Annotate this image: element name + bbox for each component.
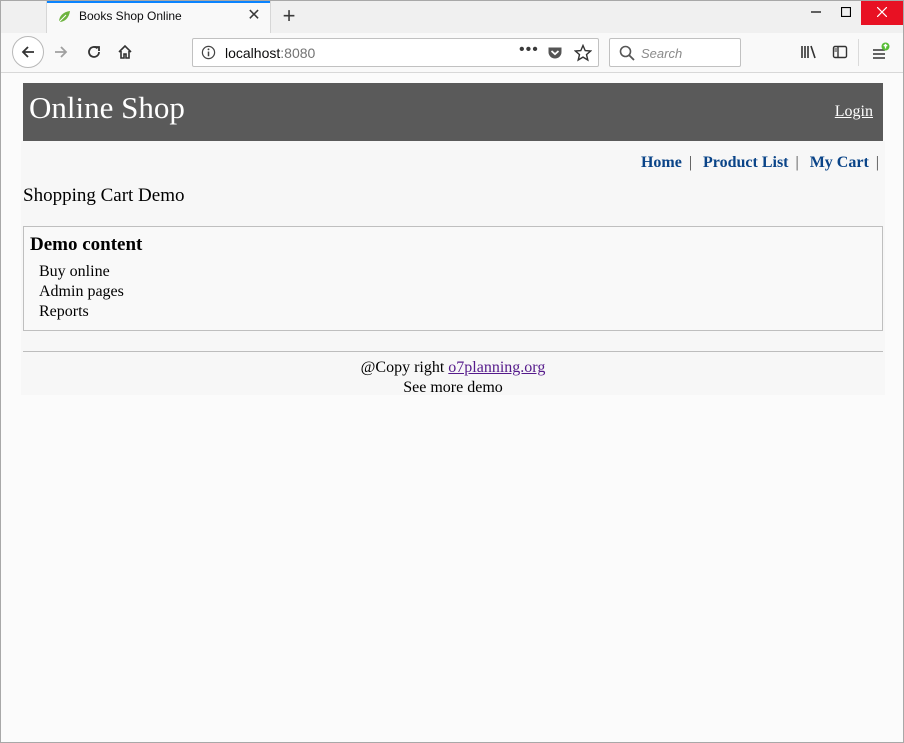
- plus-icon[interactable]: +: [278, 5, 300, 27]
- page-subtitle: Shopping Cart Demo: [23, 185, 185, 206]
- browser-window: Books Shop Online ✕ + localhost:8080 •••…: [0, 0, 904, 743]
- sidebar-icon: [832, 45, 848, 59]
- toolbar-separator: [858, 39, 859, 66]
- menu-home-link[interactable]: Home: [641, 154, 682, 171]
- search-icon: [619, 45, 635, 61]
- reload-button[interactable]: [79, 37, 109, 67]
- page-content: Online Shop Login Home | Product List | My C…: [1, 73, 903, 742]
- list-item: Buy online: [39, 263, 110, 280]
- ellipsis-icon[interactable]: •••: [519, 41, 539, 59]
- login-link[interactable]: Login: [835, 103, 873, 121]
- nav-toolbar: localhost:8080 ••• Search: [1, 33, 903, 73]
- search-placeholder: Search: [641, 46, 683, 61]
- main-menu: Home | Product List | My Cart |: [641, 154, 879, 172]
- search-bar[interactable]: Search: [609, 38, 741, 67]
- see-more-text: See more demo: [403, 379, 503, 396]
- maximize-button[interactable]: [830, 1, 861, 25]
- tab-accent-line: [47, 1, 270, 3]
- tab-active[interactable]: Books Shop Online ✕: [46, 1, 271, 33]
- maximize-icon: [840, 6, 851, 18]
- copyright-link[interactable]: o7planning.org: [448, 359, 545, 376]
- menu-separator: |: [795, 154, 799, 171]
- arrow-right-icon: [55, 46, 68, 58]
- arrow-left-icon: [21, 46, 34, 58]
- menu-product-list-link[interactable]: Product List: [703, 154, 788, 171]
- demo-content-panel: Demo content Buy online Admin pages Repo…: [23, 226, 883, 331]
- forward-button[interactable]: [46, 37, 76, 67]
- home-icon: [118, 44, 132, 59]
- pocket-icon[interactable]: [547, 45, 563, 61]
- minimize-icon: [810, 11, 821, 13]
- home-button[interactable]: [110, 37, 140, 67]
- demo-content-title: Demo content: [30, 234, 143, 255]
- tab-strip: Books Shop Online ✕ +: [1, 1, 903, 33]
- leaf-icon: [58, 11, 70, 23]
- library-button[interactable]: [794, 37, 824, 67]
- menu-my-cart-link[interactable]: My Cart: [810, 154, 869, 171]
- minimize-button[interactable]: [800, 1, 831, 25]
- library-icon: [801, 45, 816, 59]
- reload-icon: [88, 46, 100, 58]
- star-icon[interactable]: [574, 44, 592, 62]
- list-item: Reports: [39, 303, 89, 320]
- footer-divider: [23, 351, 883, 352]
- url-text: localhost:8080: [225, 45, 315, 61]
- url-port: :8080: [280, 45, 316, 61]
- back-button[interactable]: [12, 36, 44, 68]
- close-icon[interactable]: ✕: [245, 7, 263, 25]
- url-host: localhost: [225, 45, 281, 61]
- menu-separator: |: [875, 154, 879, 171]
- menu-separator: |: [688, 154, 693, 171]
- close-icon: [876, 6, 888, 18]
- info-icon[interactable]: [201, 45, 216, 60]
- copyright-line: @Copy right o7planning.org: [23, 358, 883, 378]
- window-close-button[interactable]: [861, 1, 903, 25]
- list-item: Admin pages: [39, 283, 124, 300]
- site-footer: @Copy right o7planning.org See more demo: [23, 358, 883, 398]
- site-brand: Online Shop: [29, 90, 185, 125]
- tab-title: Books Shop Online: [79, 9, 182, 23]
- url-bar[interactable]: localhost:8080 •••: [192, 38, 599, 67]
- sidebar-button[interactable]: [825, 37, 855, 67]
- copyright-text: @Copy right: [360, 359, 445, 376]
- menu-button[interactable]: [865, 37, 895, 67]
- site-header: Online Shop Login: [23, 83, 883, 141]
- hamburger-icon: [873, 42, 890, 59]
- demo-content-list: Buy online Admin pages Reports: [39, 262, 124, 322]
